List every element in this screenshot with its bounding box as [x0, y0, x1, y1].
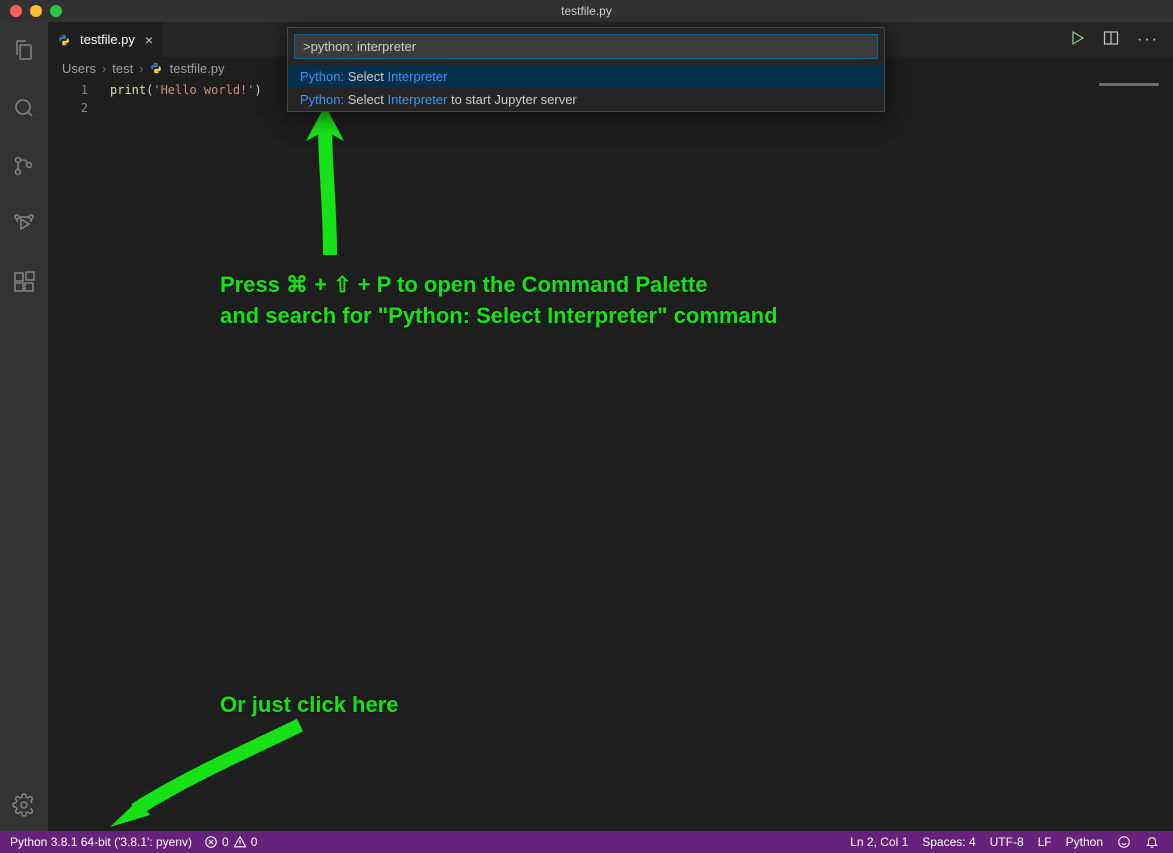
vscode-window: testfile.py testfile.py ×	[0, 0, 1173, 853]
explorer-icon[interactable]	[0, 30, 48, 70]
chevron-right-icon: ›	[100, 61, 108, 76]
titlebar[interactable]: testfile.py	[0, 0, 1173, 22]
warning-icon	[233, 835, 247, 849]
line-number-gutter: 1 2	[48, 79, 108, 117]
status-bar: Python 3.8.1 64-bit ('3.8.1': pyenv) 0 0…	[0, 831, 1173, 853]
search-icon[interactable]	[0, 88, 48, 128]
editor-toolbar: ···	[1069, 22, 1173, 57]
window-title: testfile.py	[0, 4, 1173, 18]
run-debug-icon[interactable]	[0, 204, 48, 244]
split-editor-button[interactable]	[1103, 30, 1119, 49]
eol-status[interactable]: LF	[1038, 835, 1052, 849]
command-palette-item[interactable]: Python: Select Interpreter to start Jupy…	[288, 88, 884, 111]
source-control-icon[interactable]	[0, 146, 48, 186]
editor-tab[interactable]: testfile.py ×	[48, 22, 164, 57]
command-palette-item[interactable]: Python: Select Interpreter	[288, 65, 884, 88]
python-file-icon	[58, 34, 70, 46]
breadcrumb-segment[interactable]: test	[112, 61, 133, 76]
minimize-window-button[interactable]	[30, 5, 42, 17]
chevron-right-icon: ›	[137, 61, 145, 76]
command-palette-input[interactable]	[294, 34, 878, 59]
settings-gear-icon[interactable]	[0, 785, 48, 825]
extensions-icon[interactable]	[0, 262, 48, 302]
python-file-icon	[150, 62, 162, 74]
close-tab-button[interactable]: ×	[145, 32, 153, 48]
tab-label: testfile.py	[80, 32, 135, 47]
line-number: 1	[48, 81, 88, 99]
breadcrumb-segment[interactable]: testfile.py	[170, 61, 225, 76]
command-palette-list: Python: Select Interpreter Python: Selec…	[288, 65, 884, 111]
run-file-button[interactable]	[1069, 30, 1085, 49]
command-palette: Python: Select Interpreter Python: Selec…	[287, 27, 885, 112]
error-icon	[204, 835, 218, 849]
indentation-status[interactable]: Spaces: 4	[922, 835, 975, 849]
language-mode-status[interactable]: Python	[1066, 835, 1103, 849]
activity-bar	[0, 22, 48, 831]
cursor-position-status[interactable]: Ln 2, Col 1	[850, 835, 908, 849]
maximize-window-button[interactable]	[50, 5, 62, 17]
close-window-button[interactable]	[10, 5, 22, 17]
breadcrumb-segment[interactable]: Users	[62, 61, 96, 76]
minimap[interactable]	[1059, 79, 1159, 91]
problems-status[interactable]: 0 0	[204, 835, 257, 849]
encoding-status[interactable]: UTF-8	[990, 835, 1024, 849]
more-actions-button[interactable]: ···	[1137, 31, 1159, 49]
line-number: 2	[48, 99, 88, 117]
editor[interactable]: 1 2 print('Hello world!')	[48, 79, 1173, 831]
python-interpreter-status[interactable]: Python 3.8.1 64-bit ('3.8.1': pyenv)	[10, 835, 192, 849]
window-controls	[0, 5, 62, 17]
feedback-icon[interactable]	[1117, 835, 1131, 849]
notifications-icon[interactable]	[1145, 835, 1159, 849]
